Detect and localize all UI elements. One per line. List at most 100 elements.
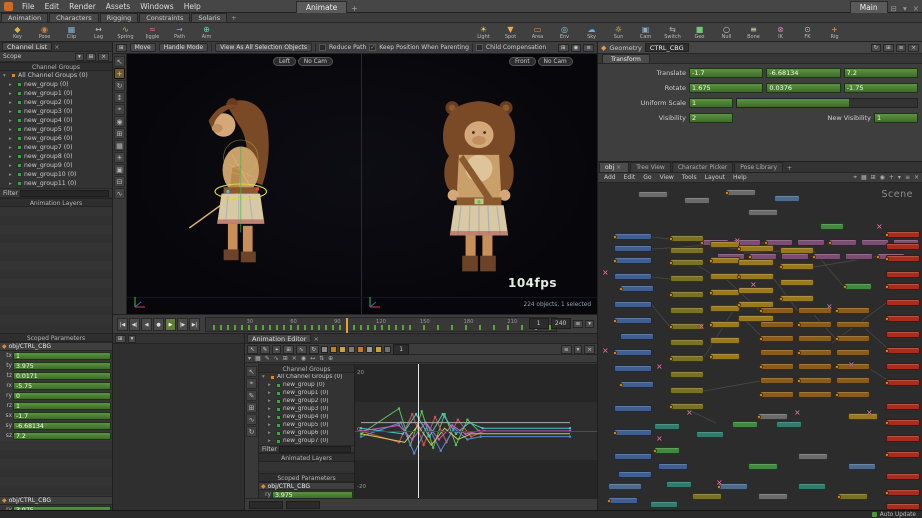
anim-mode-icon[interactable]: ×: [291, 355, 298, 362]
anim-toolbar-icon[interactable]: ⊞: [283, 344, 294, 354]
key-state-swatch[interactable]: [348, 345, 356, 353]
view-as-dropdown[interactable]: View As All Selection Objects: [215, 43, 312, 52]
tree-item[interactable]: ▸ new_group5 (0): [259, 421, 354, 429]
node-flag-badge[interactable]: [835, 365, 839, 369]
network-node[interactable]: [757, 413, 788, 420]
network-node[interactable]: [798, 363, 832, 370]
bypass-flag-icon[interactable]: ×: [602, 347, 609, 355]
network-node[interactable]: [797, 321, 832, 328]
network-menu-layout[interactable]: Layout: [701, 174, 729, 181]
node-flag-badge[interactable]: [885, 349, 889, 353]
transport-button[interactable]: |▶: [177, 318, 188, 331]
keyframe-tick[interactable]: [290, 325, 292, 330]
anim-toolbar-icon[interactable]: ↻: [308, 344, 320, 354]
parameter-field[interactable]: -1.75: [843, 83, 918, 93]
shelf-tab-animation[interactable]: Animation: [1, 13, 49, 22]
network-node[interactable]: [732, 421, 758, 428]
expander-icon[interactable]: ▸: [9, 118, 15, 124]
network-menu-edit[interactable]: Edit: [620, 174, 640, 181]
shelf-tool-switch[interactable]: ⇆ Switch: [659, 23, 686, 41]
keyframe-tick[interactable]: [318, 325, 320, 330]
network-node[interactable]: [886, 363, 920, 370]
network-node[interactable]: [670, 247, 704, 254]
menu-render[interactable]: Render: [64, 2, 101, 11]
key-state-swatch[interactable]: [375, 345, 383, 353]
network-node[interactable]: [760, 349, 794, 356]
key-state-swatch[interactable]: [357, 345, 365, 353]
anim-toolbar-icon[interactable]: ∿: [295, 344, 307, 354]
bypass-flag-icon[interactable]: ×: [656, 435, 663, 443]
channel-value-field[interactable]: 0: [13, 392, 111, 400]
expander-icon[interactable]: ▸: [268, 406, 274, 412]
keyframe-tick[interactable]: [339, 325, 341, 330]
network-node[interactable]: [709, 289, 740, 296]
snap-icon[interactable]: ⊞: [114, 128, 125, 139]
update-mode-label[interactable]: Auto Update: [880, 512, 916, 518]
window-control-icon[interactable]: ▾: [900, 4, 910, 13]
network-node[interactable]: [780, 279, 814, 286]
network-node[interactable]: [710, 273, 740, 280]
network-node[interactable]: [670, 275, 704, 282]
network-menu-tools[interactable]: Tools: [678, 174, 701, 181]
network-tab-character-picker[interactable]: Character Picker: [671, 162, 734, 172]
node-flag-badge[interactable]: [779, 265, 783, 269]
network-node[interactable]: [670, 387, 704, 394]
anim-toolbar-icon[interactable]: ×: [584, 344, 595, 354]
node-flag-badge[interactable]: [828, 241, 832, 245]
network-node[interactable]: [798, 483, 826, 490]
expander-icon[interactable]: ▸: [268, 422, 274, 428]
node-flag-badge[interactable]: [876, 255, 880, 259]
expander-icon[interactable]: ▸: [268, 398, 274, 404]
bypass-flag-icon[interactable]: ×: [698, 323, 705, 331]
parameter-field[interactable]: 7.2: [843, 68, 918, 78]
parameters-header-icon[interactable]: ×: [908, 43, 919, 52]
network-node[interactable]: [885, 379, 920, 386]
network-node[interactable]: [797, 239, 825, 246]
select-tool-icon[interactable]: ↖: [246, 366, 257, 377]
keyframe-tick[interactable]: [395, 325, 397, 330]
grid-icon[interactable]: ⊟: [114, 176, 125, 187]
network-node[interactable]: [759, 307, 794, 314]
network-node[interactable]: [759, 335, 794, 342]
network-node[interactable]: [654, 423, 680, 430]
network-node[interactable]: [774, 195, 800, 202]
network-menu-help[interactable]: Help: [729, 174, 751, 181]
playbar-option-icon[interactable]: ▾: [585, 319, 594, 328]
keyframe-tick[interactable]: [255, 325, 257, 330]
node-flag-badge[interactable]: [653, 449, 657, 453]
network-node[interactable]: [845, 253, 873, 260]
shelf-tool-null[interactable]: ○ Null: [713, 23, 740, 41]
shelf-tool-env[interactable]: ◎ Env: [551, 23, 578, 41]
network-node[interactable]: [619, 285, 654, 292]
node-flag-badge[interactable]: [885, 421, 889, 425]
scoped-path-row[interactable]: ◆ obj/CTRL_CBG: [259, 482, 354, 490]
expander-icon[interactable]: ▸: [9, 127, 15, 133]
network-node[interactable]: [886, 271, 920, 278]
shelf-tool-aim[interactable]: ⊕ Aim: [193, 23, 220, 41]
network-node[interactable]: [836, 349, 870, 356]
scoped-param-row[interactable]: sz 7.2: [0, 431, 112, 441]
network-node[interactable]: [885, 347, 920, 354]
network-toolbar-icon[interactable]: ◉: [879, 174, 886, 182]
display-icon[interactable]: ▦: [114, 140, 125, 151]
filter-input[interactable]: [19, 189, 109, 197]
timeline-ruler[interactable]: 306090120150180210240: [205, 317, 561, 333]
node-flag-badge[interactable]: [619, 383, 623, 387]
character-side-view[interactable]: [185, 66, 303, 302]
expander-icon[interactable]: ▸: [9, 109, 15, 115]
node-flag-badge[interactable]: [737, 247, 741, 251]
tree-item[interactable]: ▸ new_group (0): [259, 381, 354, 389]
frame-field[interactable]: 1: [393, 343, 410, 355]
keyframe-tick[interactable]: [388, 325, 390, 330]
keyframe-tick[interactable]: [402, 325, 404, 330]
network-node[interactable]: [618, 471, 652, 478]
network-node[interactable]: [835, 391, 870, 398]
channel-value-field[interactable]: -6.68134: [13, 422, 111, 430]
network-node[interactable]: [613, 233, 652, 240]
keyframe-tick[interactable]: [213, 325, 215, 330]
network-node[interactable]: [710, 337, 740, 344]
anim-footer-field[interactable]: [286, 500, 320, 509]
anim-toolbar-icon[interactable]: ⌖: [272, 344, 282, 354]
network-node[interactable]: [710, 305, 740, 312]
pane-icon[interactable]: ▾: [127, 334, 137, 343]
